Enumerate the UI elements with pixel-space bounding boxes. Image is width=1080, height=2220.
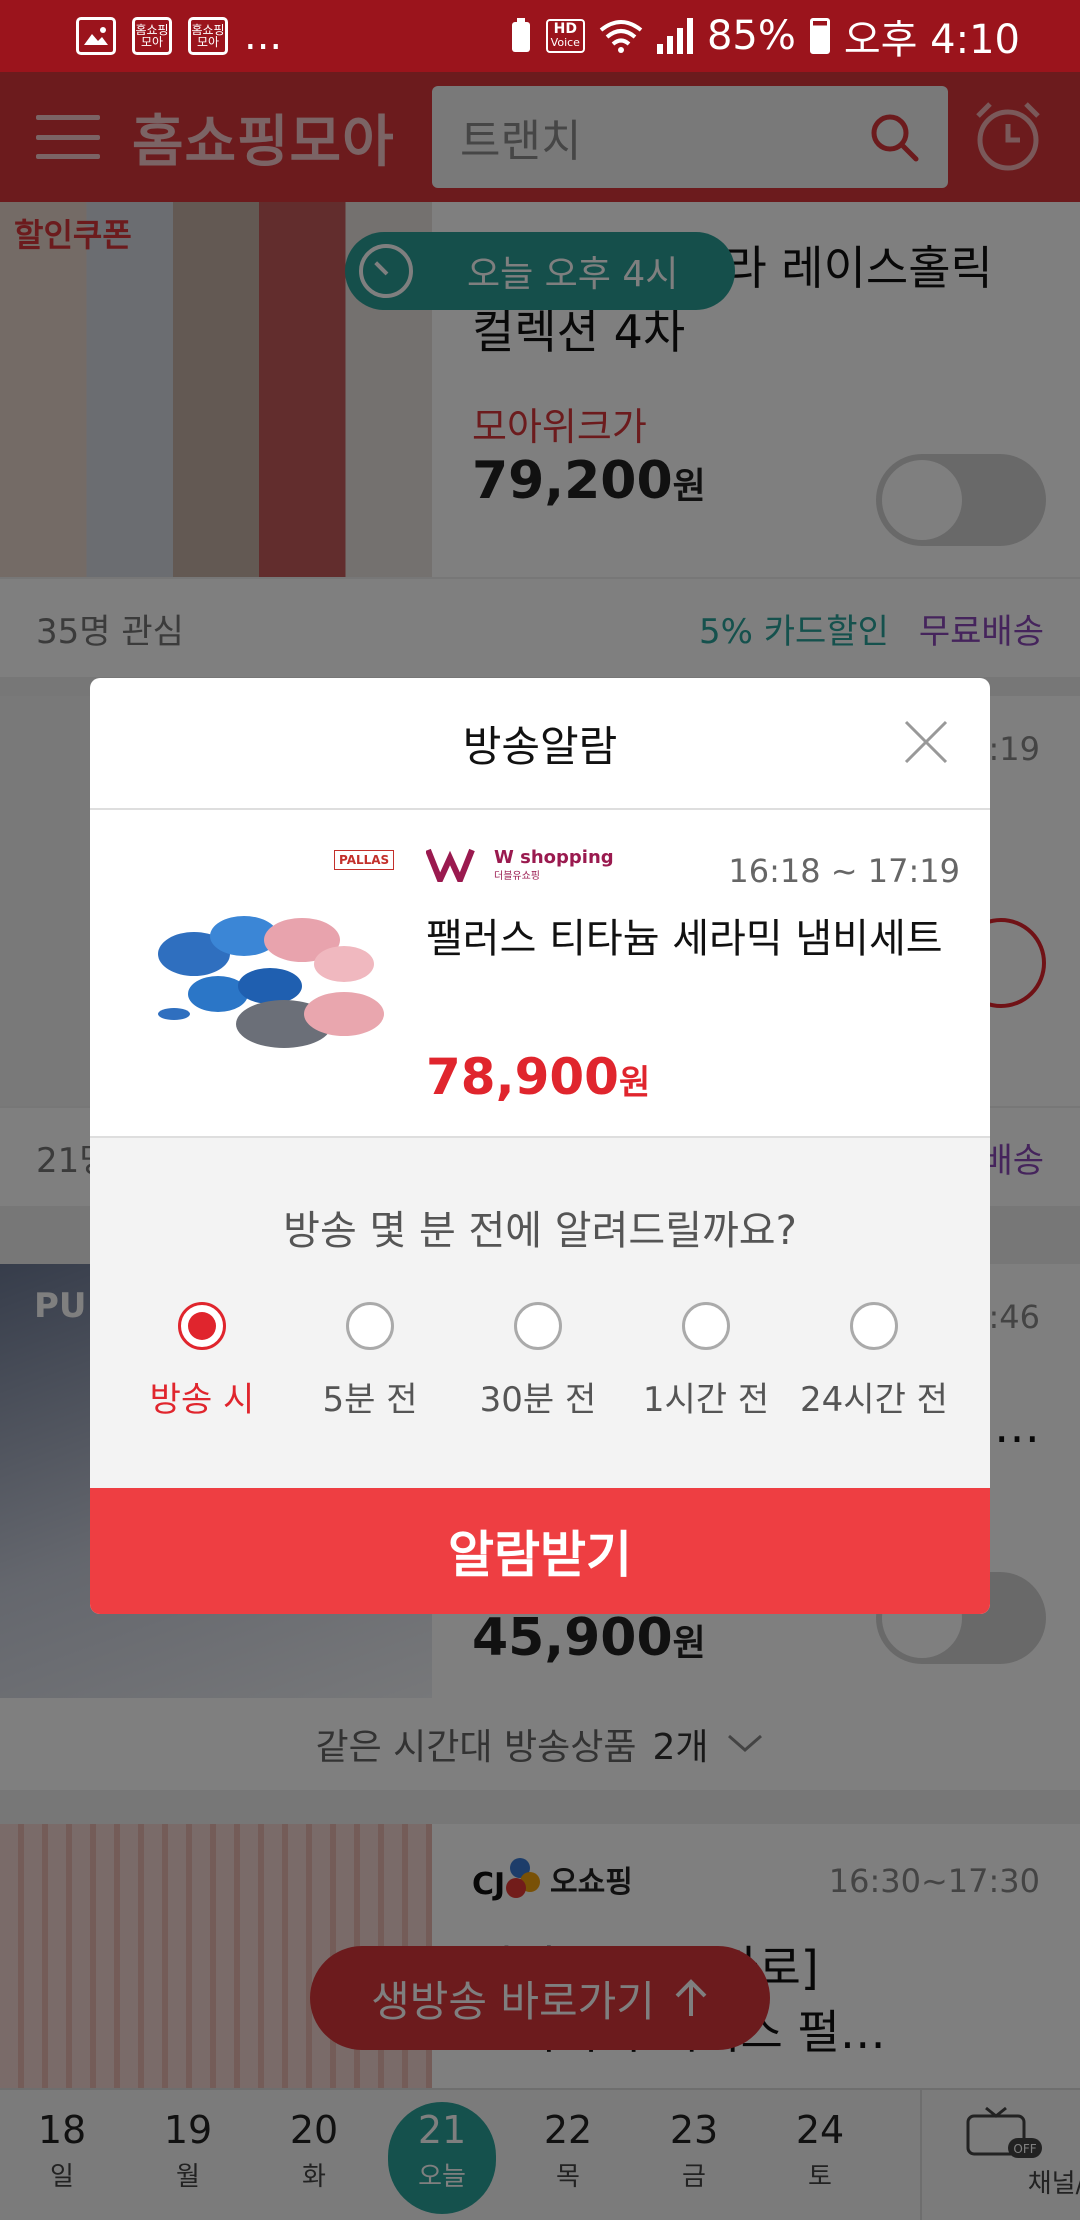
alarm-timing-selector: 방송 몇 분 전에 알려드릴까요? 방송 시 5분 전 30분 전 1시간 전 … [90,1138,990,1488]
product-title: 팰러스 티타늄 세라믹 냄비세트 [426,916,943,962]
image-notification-icon [76,17,116,55]
data-saver-icon [511,18,530,52]
set-alarm-button[interactable]: 알람받기 [90,1488,990,1614]
timing-option-5min[interactable]: 5분 전 [286,1302,454,1421]
hd-voice-icon: HD Voice [545,19,585,53]
battery-percent: 85% [706,13,796,59]
battery-icon [809,18,830,54]
dialog-title: 방송알람 [462,721,618,771]
app-notification-icon: 홈쇼핑모아 [188,17,228,55]
signal-icon [656,18,693,54]
w-shopping-logo-icon [426,848,475,882]
timing-option-24hour[interactable]: 24시간 전 [790,1302,958,1421]
radio-icon[interactable] [514,1302,562,1350]
clock: 오후 4:10 [843,17,1020,63]
product-brand-logo: PALLAS [334,850,395,870]
wifi-icon [599,20,643,53]
broadcast-time: 16:18 ~ 17:19 [728,852,960,890]
radio-selected-icon[interactable] [178,1302,226,1350]
broadcast-alarm-dialog: 방송알람 PALLAS W shopping 더블유쇼핑 16:18 ~ 17:1… [90,678,990,1614]
product-price: 78,900원 [426,1048,651,1106]
product-image [158,916,384,1048]
timing-option-at-broadcast[interactable]: 방송 시 [118,1302,286,1421]
timing-option-1hour[interactable]: 1시간 전 [622,1302,790,1421]
more-notifications: ... [244,13,283,59]
radio-icon[interactable] [682,1302,730,1350]
channel-logo: W shopping 더블유쇼핑 [426,848,614,882]
status-bar: 홈쇼핑모아 홈쇼핑모아 ... HD Voice 85% 오후 4:10 [0,0,1080,72]
dialog-header: 방송알람 [90,678,990,810]
alarm-product: PALLAS W shopping 더블유쇼핑 16:18 ~ 17:19 팰러스… [90,810,990,1138]
timing-option-30min[interactable]: 30분 전 [454,1302,622,1421]
app-notification-icon: 홈쇼핑모아 [132,17,172,55]
close-icon[interactable] [902,718,950,766]
radio-icon[interactable] [346,1302,394,1350]
radio-icon[interactable] [850,1302,898,1350]
timing-question: 방송 몇 분 전에 알려드릴까요? [283,1208,797,1254]
